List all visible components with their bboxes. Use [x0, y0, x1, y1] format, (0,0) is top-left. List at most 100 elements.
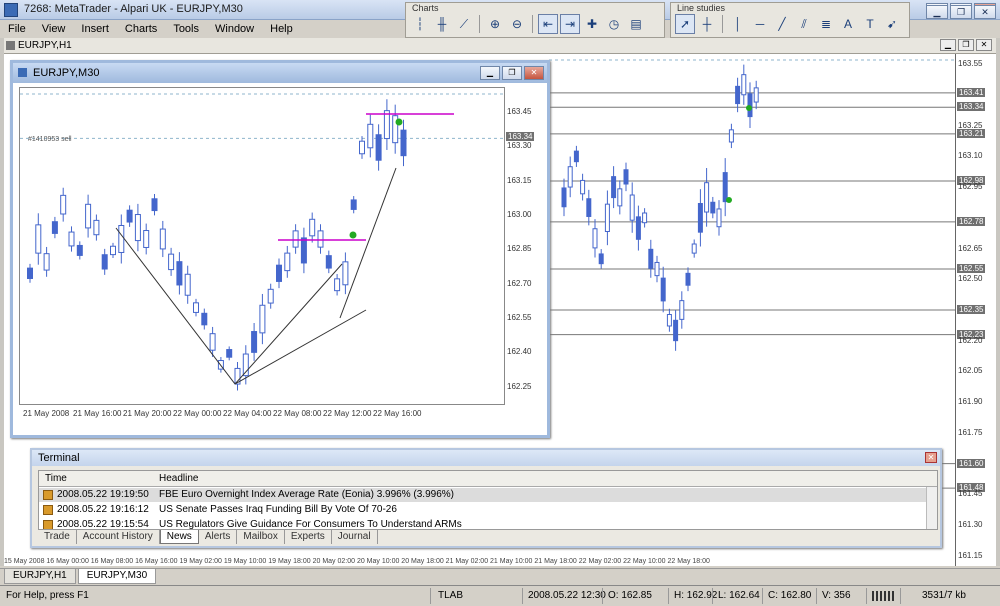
- m30-candle-body: [317, 230, 324, 248]
- status-traffic: 3531/7 kb: [922, 590, 966, 601]
- m30-candle-body: [400, 129, 407, 157]
- text-label-icon[interactable]: T: [860, 14, 880, 34]
- terminal-close-button[interactable]: ✕: [925, 452, 937, 463]
- table-row[interactable]: 2008.05.22 19:19:50 FBE Euro Overnight I…: [39, 488, 927, 502]
- m30-candle-body: [209, 333, 216, 351]
- h1-price-tick: 161.45: [958, 489, 983, 499]
- news-time: 2008.05.22 19:15:54: [57, 519, 149, 530]
- col-time[interactable]: Time: [45, 473, 67, 484]
- tab-account-history[interactable]: Account History: [77, 530, 160, 544]
- auto-scroll-icon[interactable]: ⇥: [560, 14, 580, 34]
- m30-price-tick: 163.15: [507, 175, 532, 185]
- m30-plot-svg[interactable]: [20, 88, 504, 404]
- crosshair-icon[interactable]: ┼: [697, 14, 717, 34]
- menu-window[interactable]: Window: [207, 23, 262, 35]
- m30-candle-body: [126, 209, 133, 223]
- tab-news[interactable]: News: [159, 530, 199, 544]
- chart-tab-eurjpy-m30[interactable]: EURJPY,M30: [77, 569, 157, 584]
- m30-date-tick: 21 May 16:00: [73, 409, 122, 418]
- m30-candle-body: [85, 203, 92, 229]
- templates-icon[interactable]: ▤: [626, 14, 646, 34]
- periods-icon[interactable]: ◷: [604, 14, 624, 34]
- m30-price-axis: 163.45 163.34 163.30 163.15 163.00 162.85 162.…: [505, 87, 545, 405]
- window-title: 7268: MetaTrader - Alpari UK - EURJPY,M3…: [24, 3, 243, 15]
- h1-candle-body: [741, 74, 747, 96]
- mdi-restore-button[interactable]: ❐: [950, 5, 972, 19]
- table-row[interactable]: 2008.05.22 19:16:12 US Senate Passes Ira…: [39, 503, 927, 517]
- mdi-controls: ▁ ❐ ✕: [926, 5, 996, 19]
- h1-price-tick: 162.05: [958, 366, 983, 376]
- h1-price-tick: 161.30: [958, 520, 983, 530]
- status-high: H: 162.92: [674, 590, 718, 601]
- tab-mailbox[interactable]: Mailbox: [237, 530, 285, 544]
- horizontal-line-icon[interactable]: ─: [750, 14, 770, 34]
- doc-minimize-button[interactable]: ▁: [940, 39, 956, 51]
- menu-file[interactable]: File: [0, 23, 34, 35]
- m30-candle-body: [226, 349, 233, 358]
- zoom-out-icon[interactable]: ⊖: [507, 14, 527, 34]
- menu-help[interactable]: Help: [262, 23, 301, 35]
- m30-chart-titlebar[interactable]: EURJPY,M30 ▁ ❐ ✕: [13, 63, 547, 83]
- trendline-icon[interactable]: ╱: [772, 14, 792, 34]
- m30-candle-body: [159, 228, 166, 250]
- line-studies-toolbar: Line studies ➚ ┼ │ ─ ╱ ⫽ ≣ A T ➹: [670, 2, 910, 38]
- metatrader-window: 7268: MetaTrader - Alpari UK - EURJPY,M3…: [0, 0, 1000, 606]
- fibonacci-icon[interactable]: ≣: [816, 14, 836, 34]
- cursor-icon[interactable]: ➚: [675, 14, 695, 34]
- h1-candle-body: [617, 188, 623, 207]
- tab-journal[interactable]: Journal: [332, 530, 378, 544]
- m30-candle-body: [35, 224, 42, 254]
- menu-insert[interactable]: Insert: [73, 23, 117, 35]
- mdi-close-button[interactable]: ✕: [974, 5, 996, 19]
- m30-close-button[interactable]: ✕: [524, 66, 544, 80]
- menu-bar: File View Insert Charts Tools Window Hel…: [0, 20, 400, 38]
- status-time: 2008.05.22 12:30: [528, 590, 606, 601]
- zoom-in-icon[interactable]: ⊕: [485, 14, 505, 34]
- doc-close-button[interactable]: ✕: [976, 39, 992, 51]
- vertical-line-icon[interactable]: │: [728, 14, 748, 34]
- m30-chart-window[interactable]: EURJPY,M30 ▁ ❐ ✕ #1410953 sell 163.45 163…: [10, 60, 550, 438]
- terminal-tabs: Trade Account History News Alerts Mailbo…: [38, 530, 378, 544]
- h1-entry-marker: [726, 197, 732, 203]
- m30-candle-body: [367, 123, 374, 149]
- bar-chart-icon[interactable]: ┆: [410, 14, 430, 34]
- m30-candle-body: [93, 219, 100, 236]
- candlestick-icon[interactable]: ╫: [432, 14, 452, 34]
- m30-candle-body: [134, 214, 141, 242]
- channel-icon[interactable]: ⫽: [794, 14, 814, 34]
- m30-date-tick: 21 May 2008: [23, 409, 70, 418]
- h1-candle-body: [710, 201, 716, 214]
- tab-alerts[interactable]: Alerts: [199, 530, 238, 544]
- doc-restore-button[interactable]: ❐: [958, 39, 974, 51]
- mdi-minimize-button[interactable]: ▁: [926, 5, 948, 19]
- tab-trade[interactable]: Trade: [38, 530, 77, 544]
- news-scrollbar[interactable]: [926, 487, 937, 529]
- line-chart-icon[interactable]: ⟋: [454, 14, 474, 34]
- chart-tab-eurjpy-h1[interactable]: EURJPY,H1: [4, 569, 76, 584]
- text-icon[interactable]: A: [838, 14, 858, 34]
- menu-tools[interactable]: Tools: [165, 23, 207, 35]
- m30-minimize-button[interactable]: ▁: [480, 66, 500, 80]
- h1-candle-body: [573, 150, 579, 163]
- m30-plot-area[interactable]: #1410953 sell: [19, 87, 505, 405]
- m30-date-tick: 22 May 04:00: [223, 409, 272, 418]
- indicators-icon[interactable]: ✚: [582, 14, 602, 34]
- m30-candle-body: [334, 278, 341, 292]
- tab-experts[interactable]: Experts: [285, 530, 332, 544]
- menu-view[interactable]: View: [34, 23, 74, 35]
- m30-candle-body: [375, 134, 382, 161]
- m30-date-tick: 22 May 00:00: [173, 409, 222, 418]
- m30-candle-body: [76, 244, 83, 256]
- m30-date-tick: 22 May 08:00: [273, 409, 322, 418]
- chart-shift-icon[interactable]: ⇤: [538, 14, 558, 34]
- arrows-icon[interactable]: ➹: [882, 14, 902, 34]
- h1-price-tick: 162.78: [957, 216, 986, 226]
- m30-maximize-button[interactable]: ❐: [502, 66, 522, 80]
- chart-doc-icon: [6, 41, 15, 50]
- h1-candle-body: [561, 187, 567, 208]
- table-row[interactable]: 2008.05.22 19:15:54 US Regulators Give G…: [39, 518, 927, 530]
- h1-candle-body: [753, 87, 759, 103]
- menu-charts[interactable]: Charts: [117, 23, 165, 35]
- m30-chart-title: EURJPY,M30: [33, 67, 100, 79]
- col-headline[interactable]: Headline: [159, 473, 198, 484]
